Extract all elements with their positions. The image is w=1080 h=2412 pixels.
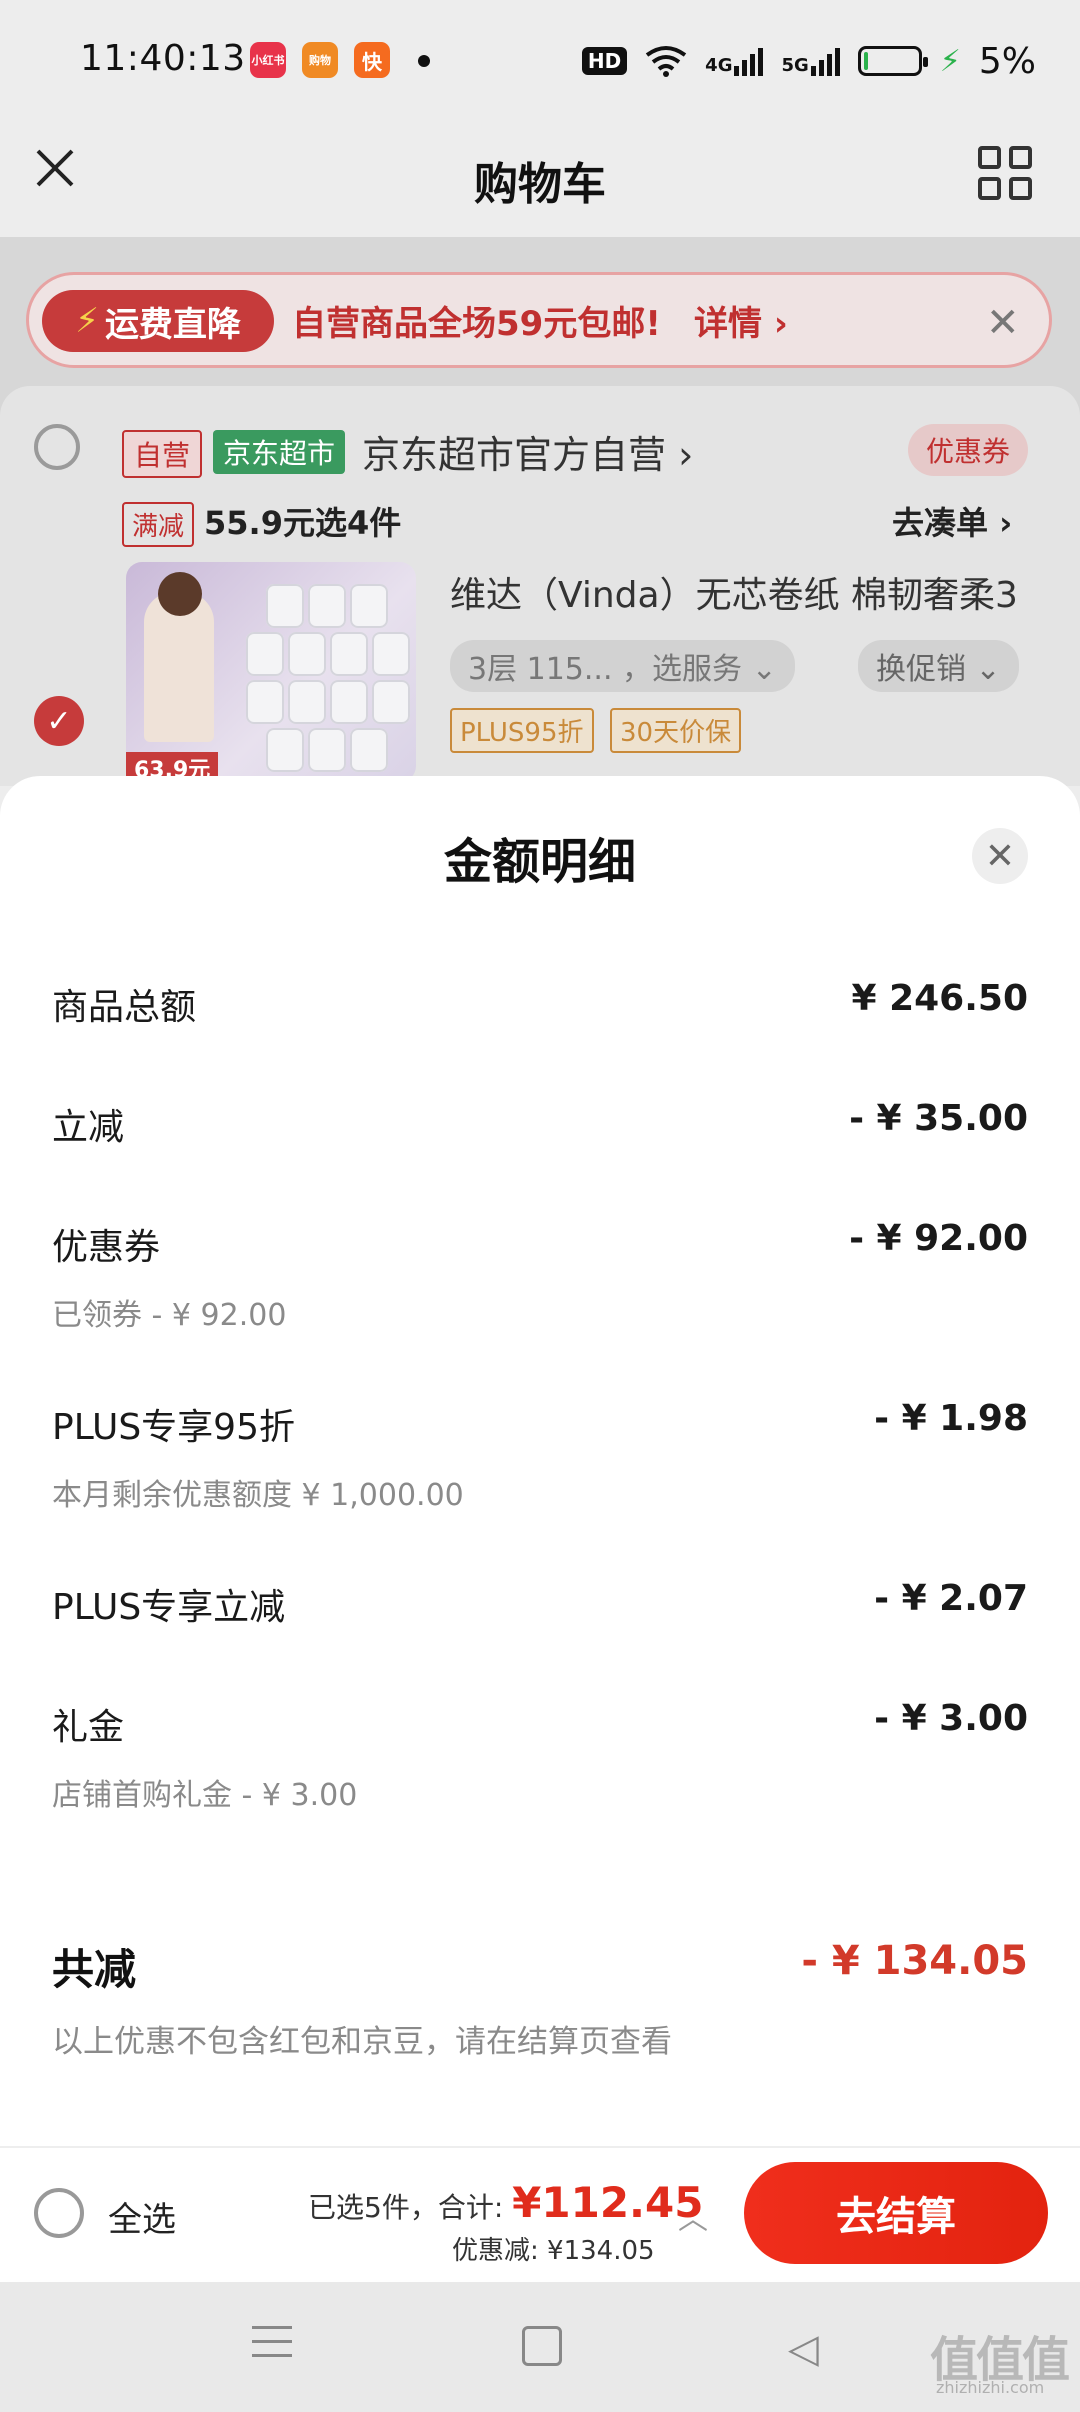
row-value-coupon: - ¥ 92.00 bbox=[849, 1218, 1028, 1259]
status-right-group: HD 4G 5G ⚡ 5% bbox=[581, 36, 1036, 86]
recent-apps-icon[interactable] bbox=[252, 2326, 292, 2368]
signal-5g-icon: 5G bbox=[781, 46, 840, 76]
discount-summary: 优惠减: ¥134.05 bbox=[452, 2236, 655, 2266]
checkout-button[interactable]: 去结算 bbox=[744, 2162, 1048, 2264]
net-5g-label: 5G bbox=[781, 55, 809, 76]
lightning-icon: ⚡ bbox=[75, 301, 99, 341]
row-label-gift-money: 礼金 bbox=[52, 1707, 125, 1748]
total-discount-label: 共减 bbox=[52, 1945, 137, 1994]
shipping-promo-text: 自营商品全场59元包邮! bbox=[292, 304, 661, 344]
total-discount-value: - ¥ 134.05 bbox=[801, 1938, 1028, 1984]
gouwu-app-icon: 购物 bbox=[302, 42, 338, 78]
watermark-url: zhizhizhi.com bbox=[936, 2378, 1045, 2397]
xiaohongshu-app-icon: 小红书 bbox=[250, 42, 286, 78]
full-reduction-tag: 满减 bbox=[122, 502, 195, 547]
change-promotion-selector[interactable]: 换促销 ⌄ bbox=[858, 640, 1019, 692]
back-icon[interactable]: ◁ bbox=[788, 2326, 819, 2372]
shipping-promo-tag: ⚡ 运费直降 bbox=[42, 290, 274, 352]
product-title[interactable]: 维达（Vinda）无芯卷纸 棉韧奢柔3 bbox=[450, 566, 1018, 618]
chevron-up-icon[interactable]: ︿ bbox=[678, 2194, 708, 2238]
row-value-instant-discount: - ¥ 35.00 bbox=[849, 1098, 1028, 1139]
status-time: 11:40:13 bbox=[80, 38, 246, 79]
jd-supermarket-tag: 京东超市 bbox=[213, 430, 346, 474]
selected-summary: 已选5件，合计: ¥112.45 bbox=[308, 2178, 703, 2227]
home-icon[interactable] bbox=[522, 2326, 562, 2366]
row-value-plus-95: - ¥ 1.98 bbox=[874, 1398, 1028, 1439]
notification-dot-icon bbox=[418, 55, 430, 67]
total-discount-note: 以上优惠不包含红包和京豆，请在结算页查看 bbox=[52, 2024, 672, 2060]
product-image[interactable] bbox=[126, 562, 416, 782]
charging-bolt-icon: ⚡ bbox=[939, 43, 961, 79]
promo-text: 55.9元选4件 bbox=[204, 504, 402, 542]
wifi-icon bbox=[645, 46, 687, 77]
row-value-goods-total: ¥ 246.50 bbox=[851, 978, 1028, 1019]
row-value-plus-instant: - ¥ 2.07 bbox=[874, 1578, 1028, 1619]
row-value-gift-money: - ¥ 3.00 bbox=[874, 1698, 1028, 1739]
shop-select-radio[interactable] bbox=[34, 424, 80, 470]
total-price: ¥112.45 bbox=[512, 2178, 704, 2227]
shipping-promo-detail-link[interactable]: 详情 › bbox=[694, 296, 788, 345]
selected-summary-text: 已选5件，合计: bbox=[308, 2191, 504, 2224]
battery-icon bbox=[857, 46, 928, 76]
hd-icon: HD bbox=[581, 47, 628, 75]
row-label-goods-total: 商品总额 bbox=[52, 987, 197, 1028]
banner-close-icon[interactable]: ✕ bbox=[986, 300, 1020, 346]
shop-name-link[interactable]: 京东超市官方自营 › bbox=[362, 424, 693, 479]
kuaishou-app-icon: 快 bbox=[354, 42, 390, 78]
select-all-radio[interactable] bbox=[34, 2188, 84, 2238]
row-label-instant-discount: 立减 bbox=[52, 1107, 125, 1148]
sheet-close-icon[interactable]: ✕ bbox=[972, 828, 1028, 884]
shipping-promo-tag-label: 运费直降 bbox=[104, 304, 241, 345]
signal-4g-icon: 4G bbox=[705, 46, 764, 76]
select-all-label[interactable]: 全选 bbox=[108, 2192, 176, 2241]
row-label-coupon: 优惠券 bbox=[52, 1227, 161, 1268]
row-sub-gift-money: 店铺首购礼金 - ¥ 3.00 bbox=[52, 1778, 358, 1813]
row-label-plus-instant: PLUS专享立减 bbox=[52, 1587, 286, 1628]
price-protection-tag: 30天价保 bbox=[610, 708, 742, 753]
page-title: 购物车 bbox=[474, 159, 606, 210]
self-operated-tag: 自营 bbox=[122, 430, 203, 478]
net-4g-label: 4G bbox=[705, 55, 733, 76]
battery-percent: 5% bbox=[978, 40, 1036, 82]
product-checked-icon[interactable]: ✓ bbox=[34, 696, 84, 746]
row-label-plus-95: PLUS专享95折 bbox=[52, 1407, 295, 1448]
row-sub-coupon: 已领券 - ¥ 92.00 bbox=[52, 1298, 287, 1333]
plus-discount-tag: PLUS95折 bbox=[450, 708, 594, 753]
spec-selector[interactable]: 3层 115... ，选服务 ⌄ bbox=[450, 640, 795, 692]
grid-menu-icon[interactable] bbox=[978, 146, 1032, 200]
sheet-title: 金额明细 bbox=[443, 834, 636, 890]
add-on-items-link[interactable]: 去凑单 › bbox=[892, 498, 1012, 544]
coupon-button[interactable]: 优惠券 bbox=[908, 424, 1029, 476]
row-sub-plus-95: 本月剩余优惠额度 ¥ 1,000.00 bbox=[52, 1478, 464, 1513]
